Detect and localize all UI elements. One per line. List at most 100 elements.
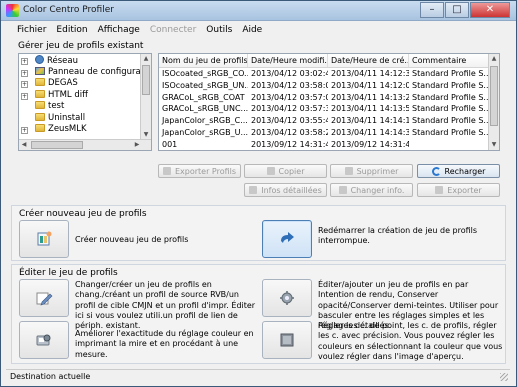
cell-name: GRACoL_sRGB_COAT: [162, 92, 245, 102]
tree-item-panneau[interactable]: + Panneau de configuratio: [19, 66, 151, 79]
reload-button[interactable]: Recharger: [417, 164, 500, 178]
tree-item-html-diff[interactable]: + HTML diff: [19, 89, 151, 102]
cell-comment: Standard Profile S...: [412, 92, 489, 102]
tree-item-label: DEGAS: [48, 78, 78, 88]
scroll-right-icon[interactable]: ▶: [132, 140, 142, 150]
cell-created: 2013/04/11 14:13:52: [331, 104, 409, 114]
menu-aide[interactable]: Aide: [238, 22, 268, 39]
folder-icon: [35, 101, 45, 109]
button-label: Exporter: [447, 185, 482, 195]
cell-comment: Standard Profile S...: [412, 127, 489, 137]
scroll-down-icon[interactable]: ▼: [489, 140, 499, 150]
cell-modified: 2013/04/12 03:02:44: [251, 69, 328, 78]
close-icon[interactable]: ✕: [470, 2, 510, 18]
column-header[interactable]: Nom du jeu de profils: [159, 54, 248, 67]
table-row[interactable]: ISOcoated_sRGB_UN... 2013/04/12 03:58:00 2…: [159, 80, 499, 92]
folder-icon: [35, 124, 45, 132]
scroll-up-icon[interactable]: ▲: [489, 54, 499, 64]
table-row[interactable]: JapanColor_sRGB_U... 2013/04/12 03:58:20 2…: [159, 127, 499, 139]
change-info-button[interactable]: Changer info.: [330, 183, 413, 197]
cell-modified: 2013/09/12 14:31:47: [251, 139, 328, 149]
delete-icon: [344, 167, 353, 175]
tree-item-label: HTML diff: [48, 89, 88, 100]
table-row[interactable]: GRACoL_sRGB_COAT 2013/04/12 03:57:07 2013/…: [159, 92, 499, 104]
expand-icon[interactable]: +: [21, 92, 28, 100]
tree-item-label: Réseau: [47, 56, 79, 66]
copy-icon: [266, 167, 275, 175]
tree-horizontal-scrollbar[interactable]: ◀ ▶: [19, 139, 151, 150]
edit-pencil-icon: [36, 292, 53, 306]
profiles-table[interactable]: Nom du jeu de profils Date/Heure modifi.…: [158, 53, 500, 151]
adjust-colors-button[interactable]: [262, 321, 312, 359]
expand-icon[interactable]: +: [21, 127, 28, 134]
tree-item-uninstall[interactable]: Uninstall: [19, 112, 151, 125]
folder-icon: [35, 112, 45, 121]
cell-modified: 2013/04/12 03:57:37: [251, 104, 328, 114]
export-icon: [435, 186, 444, 194]
create-section: Créer nouveau jeu de profils Créer nouve…: [11, 205, 506, 261]
table-vertical-scrollbar[interactable]: ▲ ▼: [488, 54, 499, 150]
cell-created: 2013/04/11 14:14:30: [331, 127, 409, 137]
table-row[interactable]: JapanColor_sRGB_C... 2013/04/12 03:55:46 2…: [159, 115, 499, 127]
tree-vertical-scrollbar[interactable]: ▲ ▼: [140, 54, 151, 140]
adjust-colors-label: Régler les c. de point, les c. de profil…: [318, 321, 503, 361]
scroll-up-icon[interactable]: ▲: [141, 54, 151, 64]
folder-tree[interactable]: + Réseau + Panneau de configuratio + DEGAS …: [18, 53, 152, 151]
cell-comment: Standard Profile S...: [412, 80, 489, 90]
button-label: Changer info.: [350, 185, 405, 195]
new-profile-set-icon: [37, 231, 52, 246]
details-icon: [249, 186, 258, 194]
maximize-icon[interactable]: □: [445, 2, 469, 18]
cell-created: 2013/04/11 14:12:30: [331, 69, 409, 78]
details-button[interactable]: Infos détaillées: [244, 183, 327, 197]
table-row[interactable]: ISOcoated_sRGB_CO... 2013/04/12 03:02:44 2…: [159, 68, 499, 80]
expand-icon[interactable]: +: [21, 81, 28, 88]
resize-grip-icon[interactable]: [500, 373, 508, 381]
tree-item-label: Uninstall: [48, 112, 86, 123]
refresh-icon: [431, 166, 441, 176]
folder-icon: [35, 78, 45, 86]
scroll-thumb[interactable]: [490, 66, 498, 126]
status-destination-label: Destination actuelle: [10, 372, 91, 381]
edit-rendering-button[interactable]: [262, 279, 312, 317]
tree-item-test[interactable]: test: [19, 101, 151, 113]
column-header[interactable]: Commentaire: [409, 54, 489, 67]
scroll-thumb[interactable]: [31, 141, 83, 149]
menu-edition[interactable]: Edition: [52, 22, 93, 39]
column-header[interactable]: Date/Heure de cré...: [328, 54, 409, 67]
expand-icon[interactable]: +: [21, 58, 28, 65]
export-profiles-icon: [162, 167, 171, 175]
menu-connecter[interactable]: Connecter: [146, 22, 202, 39]
export-profiles-button[interactable]: Exporter Profils: [158, 164, 241, 178]
delete-button[interactable]: Supprimer: [330, 164, 413, 178]
tree-item-label: test: [48, 101, 65, 111]
copy-button[interactable]: Copier: [244, 164, 327, 178]
table-row[interactable]: 001 2013/09/12 14:31:47 2013/09/12 14:31:4…: [159, 139, 499, 150]
change-profile-button[interactable]: [19, 279, 69, 317]
column-header[interactable]: Date/Heure modifi...: [248, 54, 328, 67]
menu-outils[interactable]: Outils: [202, 22, 238, 39]
expand-icon[interactable]: +: [21, 69, 28, 77]
folder-icon: [35, 89, 45, 98]
title-bar[interactable]: Color Centro Profiler – □ ✕: [1, 1, 516, 21]
cell-name: 001: [162, 139, 178, 149]
improve-accuracy-button[interactable]: [19, 321, 69, 359]
scroll-left-icon[interactable]: ◀: [19, 140, 29, 150]
create-new-profile-set-button[interactable]: [19, 220, 69, 258]
export-button[interactable]: Exporter: [417, 183, 500, 197]
scroll-thumb[interactable]: [142, 65, 150, 95]
tree-item-zeusmlk[interactable]: + ZeusMLK: [19, 124, 151, 136]
change-profile-label: Changer/créer un jeu de profils en chang…: [75, 280, 256, 331]
control-panel-icon: [35, 66, 45, 75]
tree-item-degas[interactable]: + DEGAS: [19, 78, 151, 90]
menu-affichage[interactable]: Affichage: [94, 22, 146, 39]
window-title: Color Centro Profiler: [23, 5, 114, 15]
button-label: Infos détaillées: [261, 185, 322, 195]
cell-comment: Standard Profile S...: [412, 116, 489, 126]
tree-item-reseau[interactable]: + Réseau: [19, 55, 151, 67]
minimize-icon[interactable]: –: [420, 2, 444, 18]
resume-creation-button[interactable]: [262, 220, 312, 258]
cell-name: ISOcoated_sRGB_CO...: [162, 69, 248, 78]
table-row[interactable]: GRACoL_sRGB_UNC... 2013/04/12 03:57:37 201…: [159, 103, 499, 115]
menu-fichier[interactable]: Fichier: [13, 22, 52, 39]
